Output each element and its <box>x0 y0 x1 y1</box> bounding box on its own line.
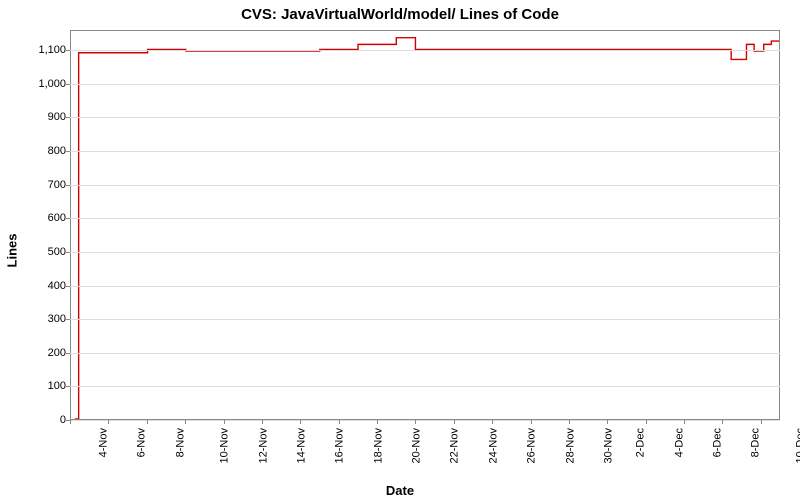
gridline <box>70 319 780 320</box>
x-tick-mark <box>415 420 416 424</box>
y-tick-label: 700 <box>21 179 66 191</box>
y-tick-mark <box>66 117 70 118</box>
y-tick-label: 200 <box>21 347 66 359</box>
y-tick-mark <box>66 319 70 320</box>
x-tick-label: 10-Nov <box>219 428 231 463</box>
y-tick-mark <box>66 84 70 85</box>
x-tick-mark <box>377 420 378 424</box>
x-tick-mark <box>185 420 186 424</box>
x-tick-mark <box>339 420 340 424</box>
loc-chart: CVS: JavaVirtualWorld/model/ Lines of Co… <box>0 0 800 500</box>
y-tick-label: 100 <box>21 380 66 392</box>
y-tick-mark <box>66 185 70 186</box>
y-tick-mark <box>66 151 70 152</box>
x-tick-label: 26-Nov <box>526 428 538 463</box>
x-tick-label: 22-Nov <box>449 428 461 463</box>
gridline <box>70 386 780 387</box>
gridline <box>70 353 780 354</box>
x-tick-mark <box>262 420 263 424</box>
x-tick-label: 10-Dec <box>794 428 800 463</box>
x-tick-mark <box>70 420 71 424</box>
gridline <box>70 151 780 152</box>
y-tick-mark <box>66 252 70 253</box>
plot-area <box>70 30 780 420</box>
x-tick-mark <box>531 420 532 424</box>
x-tick-label: 24-Nov <box>487 428 499 463</box>
y-tick-mark <box>66 286 70 287</box>
gridline <box>70 117 780 118</box>
y-tick-label: 300 <box>21 313 66 325</box>
gridline <box>70 218 780 219</box>
x-tick-mark <box>646 420 647 424</box>
x-tick-mark <box>684 420 685 424</box>
y-tick-label: 900 <box>21 111 66 123</box>
x-tick-label: 4-Dec <box>673 428 685 457</box>
gridline <box>70 420 780 421</box>
x-tick-mark <box>224 420 225 424</box>
x-tick-label: 2-Dec <box>635 428 647 457</box>
y-tick-label: 500 <box>21 246 66 258</box>
gridline <box>70 185 780 186</box>
x-tick-label: 4-Nov <box>97 428 109 457</box>
x-tick-label: 28-Nov <box>564 428 576 463</box>
x-tick-label: 8-Dec <box>750 428 762 457</box>
x-tick-mark <box>454 420 455 424</box>
gridline <box>70 84 780 85</box>
x-tick-mark <box>607 420 608 424</box>
y-tick-label: 400 <box>21 280 66 292</box>
x-tick-label: 30-Nov <box>602 428 614 463</box>
chart-title: CVS: JavaVirtualWorld/model/ Lines of Co… <box>0 6 800 23</box>
x-tick-mark <box>722 420 723 424</box>
x-tick-mark <box>147 420 148 424</box>
x-tick-label: 16-Nov <box>334 428 346 463</box>
x-tick-mark <box>492 420 493 424</box>
x-tick-label: 20-Nov <box>410 428 422 463</box>
y-tick-label: 0 <box>21 414 66 426</box>
x-tick-label: 14-Nov <box>295 428 307 463</box>
x-tick-label: 18-Nov <box>372 428 384 463</box>
y-tick-label: 1,000 <box>21 78 66 90</box>
y-tick-mark <box>66 50 70 51</box>
x-tick-label: 6-Dec <box>711 428 723 457</box>
data-line-svg <box>71 31 779 419</box>
x-axis-label: Date <box>0 483 800 498</box>
y-tick-mark <box>66 353 70 354</box>
x-tick-mark <box>108 420 109 424</box>
y-axis-label: Lines <box>4 0 20 500</box>
x-tick-mark <box>761 420 762 424</box>
x-tick-mark <box>569 420 570 424</box>
x-tick-label: 8-Nov <box>174 428 186 457</box>
y-tick-mark <box>66 386 70 387</box>
gridline <box>70 286 780 287</box>
y-tick-mark <box>66 218 70 219</box>
x-tick-label: 12-Nov <box>257 428 269 463</box>
x-tick-mark <box>300 420 301 424</box>
loc-series-line <box>75 38 779 419</box>
y-tick-label: 800 <box>21 145 66 157</box>
y-tick-label: 600 <box>21 212 66 224</box>
gridline <box>70 252 780 253</box>
gridline <box>70 50 780 51</box>
y-tick-label: 1,100 <box>21 44 66 56</box>
x-tick-label: 6-Nov <box>136 428 148 457</box>
